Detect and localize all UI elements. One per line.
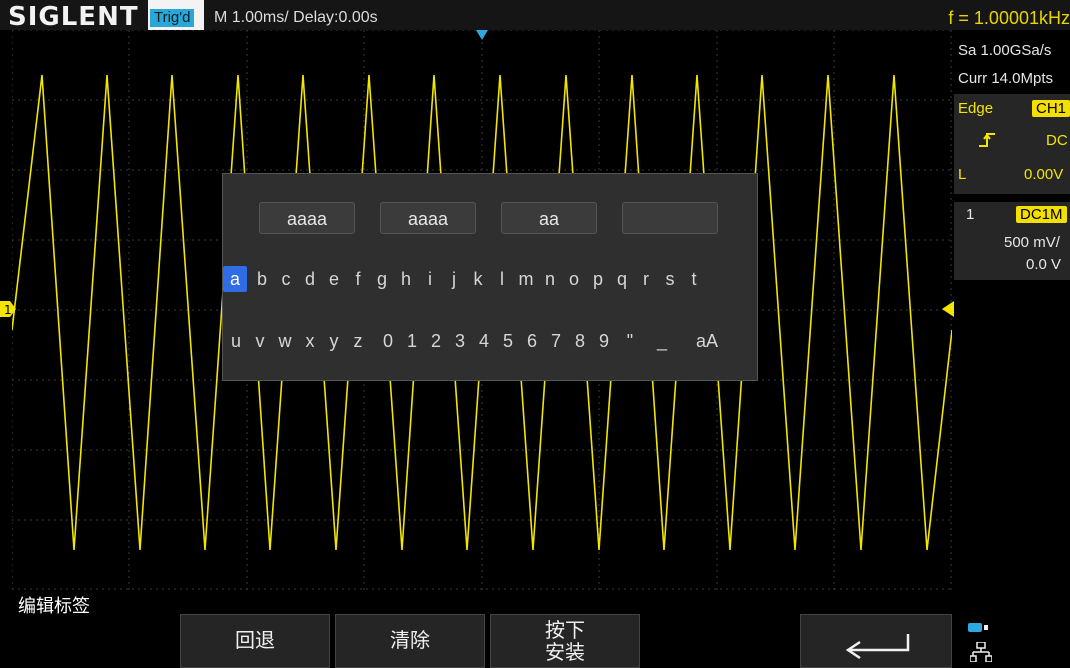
key-g[interactable]: g bbox=[373, 266, 391, 292]
label-field-2[interactable]: aaaa bbox=[380, 202, 476, 234]
key-a[interactable]: a bbox=[223, 266, 247, 292]
key-m[interactable]: m bbox=[517, 266, 535, 292]
key-quote[interactable]: " bbox=[621, 328, 639, 354]
channel1-coupling-badge: DC1M bbox=[1016, 206, 1067, 224]
key-9[interactable]: 9 bbox=[595, 328, 613, 354]
channel1-number: 1 bbox=[966, 206, 975, 223]
key-i[interactable]: i bbox=[421, 266, 439, 292]
key-5[interactable]: 5 bbox=[499, 328, 517, 354]
softkey-press-install[interactable]: 按下 安装 bbox=[490, 614, 640, 668]
key-z[interactable]: z bbox=[349, 328, 367, 354]
key-8[interactable]: 8 bbox=[571, 328, 589, 354]
key-4[interactable]: 4 bbox=[475, 328, 493, 354]
trigger-level-marker bbox=[942, 301, 954, 317]
key-n[interactable]: n bbox=[541, 266, 559, 292]
key-c[interactable]: c bbox=[277, 266, 295, 292]
channel1-info-panel[interactable]: 1 DC1M 500 mV/ 0.0 V bbox=[954, 202, 1070, 280]
key-w[interactable]: w bbox=[275, 328, 295, 354]
usb-device-icon bbox=[968, 623, 988, 632]
key-v[interactable]: v bbox=[251, 328, 269, 354]
trigger-status-badge: Trig'd bbox=[150, 9, 195, 27]
key-d[interactable]: d bbox=[301, 266, 319, 292]
key-case-toggle[interactable]: aA bbox=[691, 328, 723, 354]
label-keyboard-dialog: aaaa aaaa aa a b c d e f g h i j k l m n… bbox=[222, 173, 758, 381]
key-s[interactable]: s bbox=[661, 266, 679, 292]
key-f[interactable]: f bbox=[349, 266, 367, 292]
key-r[interactable]: r bbox=[637, 266, 655, 292]
softkey-return[interactable] bbox=[800, 614, 952, 668]
channel1-offset: 0.0 V bbox=[1026, 256, 1062, 273]
key-7[interactable]: 7 bbox=[547, 328, 565, 354]
trigger-position-marker bbox=[476, 30, 488, 40]
channel1-scale: 500 mV/ bbox=[1004, 234, 1060, 251]
key-q[interactable]: q bbox=[613, 266, 631, 292]
memory-depth: Curr 14.0Mpts bbox=[958, 70, 1054, 87]
key-3[interactable]: 3 bbox=[451, 328, 469, 354]
softkey-empty[interactable] bbox=[645, 614, 795, 668]
softkey-clear[interactable]: 清除 bbox=[335, 614, 485, 668]
key-u[interactable]: u bbox=[227, 328, 245, 354]
key-k[interactable]: k bbox=[469, 266, 487, 292]
key-2[interactable]: 2 bbox=[427, 328, 445, 354]
label-field-4[interactable] bbox=[622, 202, 718, 234]
key-l[interactable]: l bbox=[493, 266, 511, 292]
trigger-coupling: DC bbox=[1046, 132, 1068, 149]
timebase-readout: M 1.00ms/ Delay:0.00s bbox=[214, 9, 378, 26]
key-1[interactable]: 1 bbox=[403, 328, 421, 354]
key-p[interactable]: p bbox=[589, 266, 607, 292]
key-o[interactable]: o bbox=[565, 266, 583, 292]
brand-logo: SIGLENT bbox=[8, 2, 139, 32]
return-arrow-icon bbox=[845, 634, 910, 660]
network-icon bbox=[970, 642, 992, 662]
key-6[interactable]: 6 bbox=[523, 328, 541, 354]
key-h[interactable]: h bbox=[397, 266, 415, 292]
trigger-level-value: 0.00V bbox=[1024, 166, 1064, 183]
label-field-1[interactable]: aaaa bbox=[259, 202, 355, 234]
key-j[interactable]: j bbox=[445, 266, 463, 292]
rising-edge-icon bbox=[978, 132, 996, 153]
trigger-type: Edge bbox=[958, 100, 994, 117]
trigger-level-label: L bbox=[958, 166, 967, 183]
sample-rate: Sa 1.00GSa/s bbox=[958, 42, 1052, 59]
key-t[interactable]: t bbox=[685, 266, 703, 292]
softkey-backspace[interactable]: 回退 bbox=[180, 614, 330, 668]
key-0[interactable]: 0 bbox=[379, 328, 397, 354]
frequency-readout: f = 1.00001kHz bbox=[948, 8, 1070, 28]
label-field-3[interactable]: aa bbox=[501, 202, 597, 234]
svg-text:1: 1 bbox=[4, 303, 12, 317]
key-underscore[interactable]: _ bbox=[653, 328, 671, 354]
trigger-source-badge: CH1 bbox=[1032, 100, 1070, 118]
key-x[interactable]: x bbox=[301, 328, 319, 354]
trigger-info-panel[interactable]: Edge CH1 DC L 0.00V bbox=[954, 94, 1070, 194]
channel1-offset-marker: 1 bbox=[0, 301, 16, 317]
network-status bbox=[960, 620, 1000, 666]
key-b[interactable]: b bbox=[253, 266, 271, 292]
key-y[interactable]: y bbox=[325, 328, 343, 354]
top-status-bar: SIGLENT Trig'd M 1.00ms/ Delay:0.00s f =… bbox=[0, 0, 1070, 32]
key-e[interactable]: e bbox=[325, 266, 343, 292]
